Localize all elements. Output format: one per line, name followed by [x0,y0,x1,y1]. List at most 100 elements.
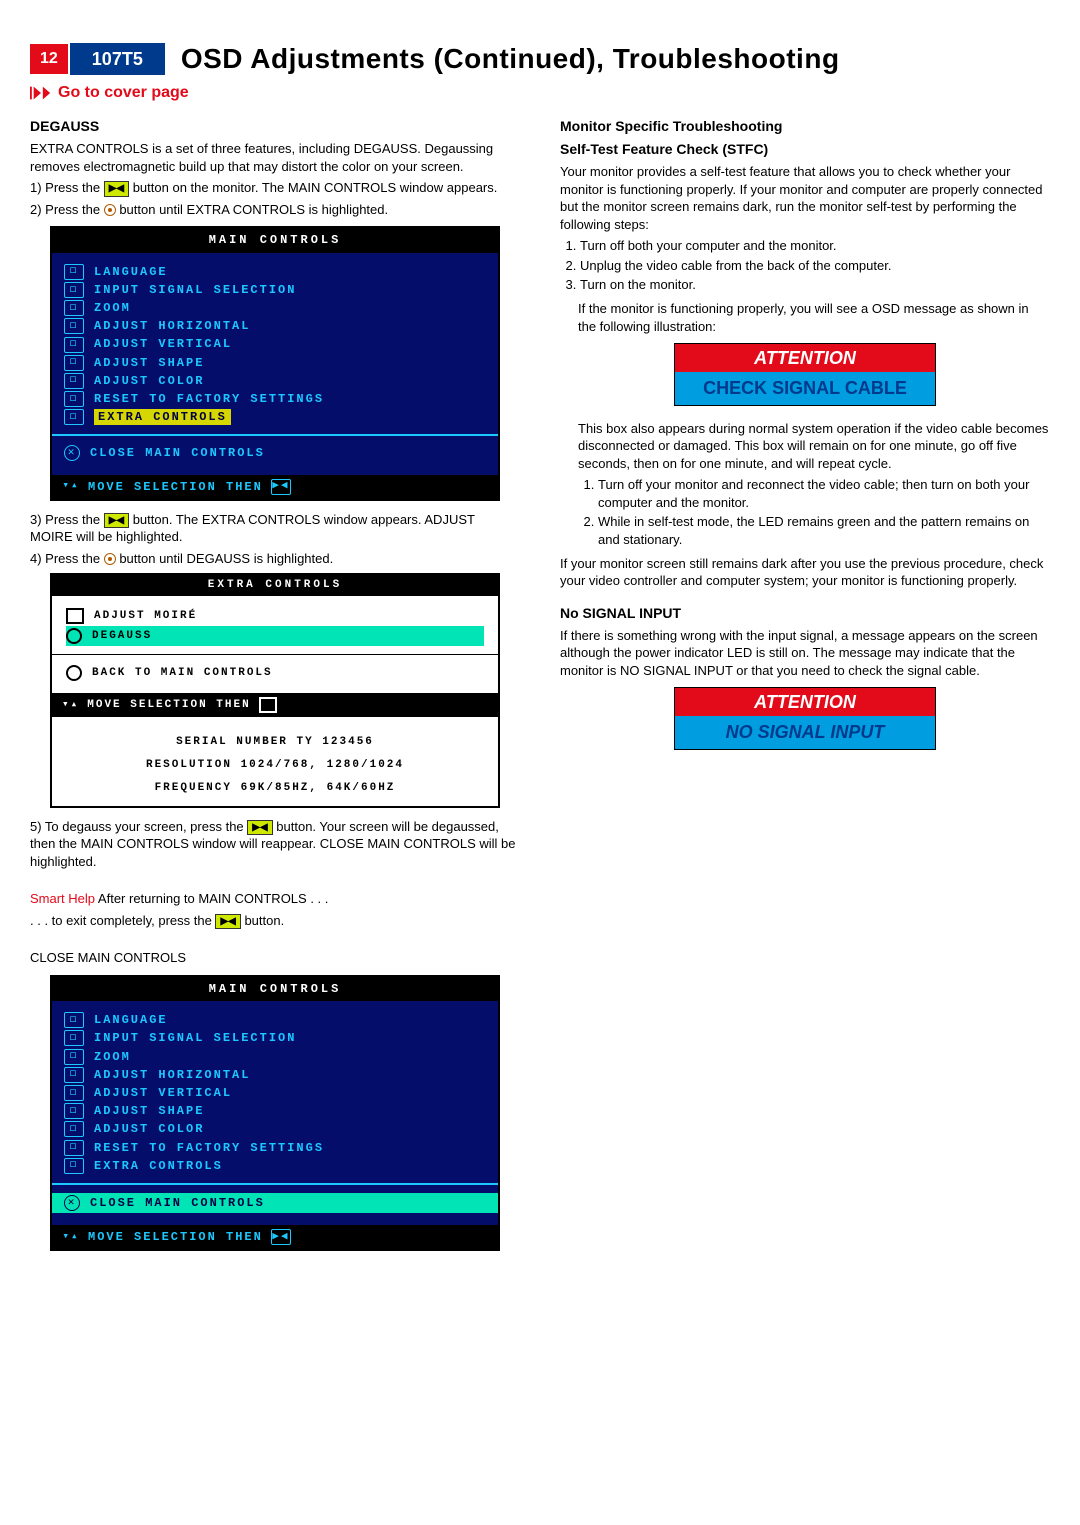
osd-row-label: ADJUST HORIZONTAL [94,1067,250,1083]
list-item: Turn on the monitor. [580,276,1050,294]
ok-button-icon: ▶◀ [215,914,240,930]
shape-icon: ◻ [64,1103,84,1119]
osd-row-label: LANGUAGE [94,264,168,280]
osd-row: ◻ EXTRA CONTROLS [64,408,486,426]
attention-no-signal: ATTENTION NO SIGNAL INPUT [674,687,936,750]
nav-arrows-icon: ▾▴ [62,698,79,713]
osd-title: MAIN CONTROLS [52,228,498,252]
ok-icon: ▶◀ [271,1229,291,1245]
globe-icon: ◻ [64,1012,84,1028]
right-column: Monitor Specific Troubleshooting Self-Te… [560,113,1050,763]
osd-row-degauss: DEGAUSS [66,626,484,646]
osd-extra-controls: EXTRA CONTROLS ADJUST MOIRÉ DEGAUSS BACK… [50,573,500,807]
osd-row-label: INPUT SIGNAL SELECTION [94,1030,296,1046]
back-icon [66,665,82,681]
close-main-controls-label: CLOSE MAIN CONTROLS [30,949,520,967]
smart-help-label: Smart Help [30,891,95,906]
osd-row-label: ZOOM [94,1049,131,1065]
stfc-end: If your monitor screen still remains dar… [560,555,1050,590]
osd-row: ◻ ZOOM [64,1048,486,1066]
osd-row: ◻ ADJUST COLOR [64,372,486,390]
nosignal-text: If there is something wrong with the inp… [560,627,1050,680]
osd-row: ◻ADJUST HORIZONTAL [64,317,486,335]
osd-main-controls-2: MAIN CONTROLS ◻ LANGUAGE ◻ INPUT SIGNAL SEL… [50,975,500,1251]
left-column: DEGAUSS EXTRA CONTROLS is a set of three… [30,113,520,1261]
osd-row-label: ADJUST SHAPE [94,355,204,371]
osd-row-label: LANGUAGE [94,1012,168,1028]
osd-row-label: ADJUST SHAPE [94,1103,204,1119]
horiz-icon: ◻ [64,1067,84,1083]
reset-icon: ◻ [64,391,84,407]
osd-row-label: RESET TO FACTORY SETTINGS [94,1140,324,1156]
cursor-button-icon [104,204,116,216]
step-1: 1) Press the ▶◀ button on the monitor. T… [30,179,520,197]
extra-icon: ◻ [64,409,84,425]
attention-check-signal: ATTENTION CHECK SIGNAL CABLE [674,343,936,406]
degauss-heading: DEGAUSS [30,117,520,136]
stfc-intro: Your monitor provides a self-test featur… [560,163,1050,233]
osd-row: ◻EXTRA CONTROLS [64,1157,486,1175]
osd-row: ◻ ADJUST HORIZONTAL [64,1066,486,1084]
osd-row: ◻ RESET TO FACTORY SETTINGS [64,1139,486,1157]
osd-row: ◻ LANGUAGE [64,263,486,281]
color-icon: ◻ [64,373,84,389]
cursor-button-icon [104,553,116,565]
list-item: Turn off both your computer and the moni… [580,237,1050,255]
smart-help-line: Smart Help After returning to MAIN CONTR… [30,890,520,908]
shape-icon: ◻ [64,355,84,371]
osd-title: MAIN CONTROLS [52,977,498,1001]
vert-icon: ◻ [64,337,84,353]
ok-icon [259,697,277,713]
ok-button-icon: ▶◀ [104,513,129,529]
zoom-icon: ◻ [64,300,84,316]
exit-line: . . . to exit completely, press the ▶◀ b… [30,912,520,930]
osd-row: ◻ ADJUST SHAPE [64,1102,486,1120]
attention-label: ATTENTION [675,344,935,372]
page-header: 12 107T5 OSD Adjustments (Continued), Tr… [30,40,1050,78]
list-item: Turn off your monitor and reconnect the … [598,476,1050,511]
osd-footer: ▾▴ MOVE SELECTION THEN ▶◀ [52,475,498,499]
osd-row-label: ZOOM [94,300,131,316]
osd-row-label: ADJUST COLOR [94,373,204,389]
nav-arrows-icon: ▾▴ [62,480,80,494]
attention-message: CHECK SIGNAL CABLE [675,372,935,404]
osd-main-controls-1: MAIN CONTROLS ◻LANGUAGE◻INPUT SIGNAL SEL… [50,226,500,500]
ok-button-icon: ▶◀ [247,820,272,836]
osd-row: ◻ ADJUST VERTICAL [64,335,486,353]
zoom-icon: ◻ [64,1049,84,1065]
osd-row-label: ADJUST COLOR [94,1121,204,1137]
globe-icon: ◻ [64,264,84,280]
list-item: While in self-test mode, the LED remains… [598,513,1050,548]
osd-row-label: EXTRA CONTROLS [94,409,231,425]
stfc-box-desc: This box also appears during normal syst… [578,420,1050,473]
list-item: Unplug the video cable from the back of … [580,257,1050,275]
degauss-icon [66,628,82,644]
osd-close-row: ✕ CLOSE MAIN CONTROLS [64,444,486,462]
page: 12 107T5 OSD Adjustments (Continued), Tr… [0,0,1080,1321]
osd-row-label: ADJUST VERTICAL [94,336,232,352]
reset-icon: ◻ [64,1140,84,1156]
stfc-steps2-list: Turn off your monitor and reconnect the … [578,476,1050,548]
cover-link-label: Go to cover page [58,82,189,104]
step-4: 4) Press the button until DEGAUSS is hig… [30,550,520,568]
frequency-info: FREQUENCY 69K/85HZ, 64K/60HZ [66,781,484,796]
osd-row-back: BACK TO MAIN CONTROLS [66,663,484,683]
input-icon: ◻ [64,282,84,298]
step-3: 3) Press the ▶◀ button. The EXTRA CONTRO… [30,511,520,546]
osd-footer: ▾▴MOVE SELECTION THEN [52,693,498,717]
osd-row: ◻ADJUST COLOR [64,1120,486,1138]
ok-icon: ▶◀ [271,479,291,495]
nav-arrows-icon: ▾▴ [62,1230,80,1244]
osd-row: ◻ ADJUST SHAPE [64,354,486,372]
stfc-steps-list: Turn off both your computer and the moni… [560,237,1050,294]
attention-label: ATTENTION [675,688,935,716]
osd-row: ◻ ADJUST VERTICAL [64,1084,486,1102]
osd-row-label: ADJUST VERTICAL [94,1085,232,1101]
moire-icon [66,608,84,624]
osd-row: ◻ LANGUAGE [64,1011,486,1029]
cover-page-link[interactable]: Go to cover page [30,82,1050,104]
vert-icon: ◻ [64,1085,84,1101]
ok-button-icon: ▶◀ [104,181,129,197]
osd-row-label: EXTRA CONTROLS [94,1158,223,1174]
model-number: 107T5 [70,43,165,75]
